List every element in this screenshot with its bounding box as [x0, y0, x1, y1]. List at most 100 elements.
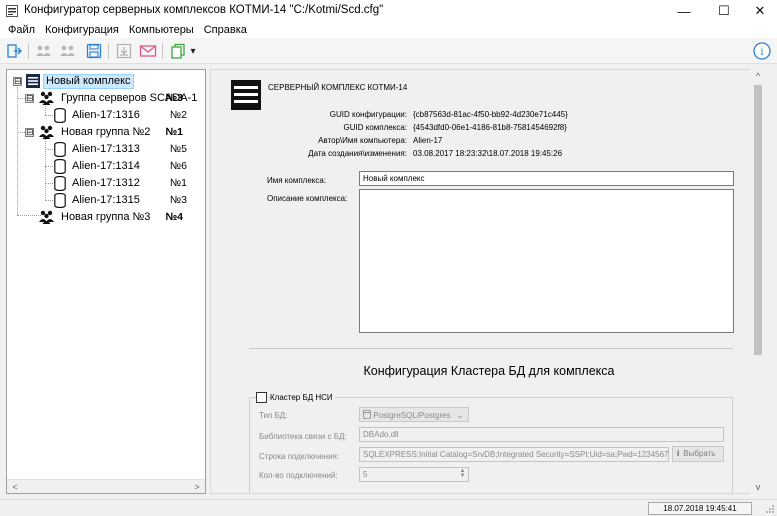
import-button[interactable] [114, 41, 134, 61]
configurator-window: Конфигуратор серверных комплексов КОТМИ-… [0, 0, 777, 516]
db-type-label: Тип БД: [259, 411, 288, 420]
group-icon [39, 210, 54, 224]
tree-node-number: №3 [165, 92, 183, 104]
info-button[interactable]: i [752, 41, 772, 61]
exit-icon [7, 44, 22, 58]
tree-node-label: Alien-17:1316 [72, 109, 140, 121]
tree-node-label: Alien-17:1313 [72, 143, 140, 155]
menu-computers[interactable]: Компьютеры [124, 24, 199, 36]
spin-down-icon[interactable]: ▼ [460, 473, 466, 479]
tree-node-label: Alien-17:1312 [72, 177, 140, 189]
menu-file[interactable]: Файл [3, 24, 40, 36]
app-icon [6, 5, 18, 17]
cluster-section-title: Конфигурация Кластера БД для комплекса [363, 364, 615, 378]
dates-label: Дата создания\изменения: [308, 149, 407, 158]
tree-node-group[interactable]: ⊟ Новая группа №2 №1 [7, 124, 205, 141]
maximize-button[interactable]: ☐ [706, 0, 742, 22]
menu-help[interactable]: Справка [199, 24, 252, 36]
tree-node-server[interactable]: Alien-17:1315 №3 [7, 192, 205, 209]
connection-string-input[interactable]: SQLEXPRESS;Initial Catalog=SrvDB;Integra… [359, 447, 669, 462]
scroll-left-arrow-icon[interactable]: < [8, 481, 22, 493]
minimize-button[interactable]: — [666, 0, 702, 22]
tree-node-number: №5 [169, 143, 187, 155]
tree-panel: ⊟ Новый комплекс ⊟ Группа серверов SCADA… [6, 69, 206, 494]
window-title: Конфигуратор серверных комплексов КОТМИ-… [24, 4, 384, 16]
config-guid-label: GUID конфигурации: [329, 110, 407, 119]
section-divider [249, 348, 733, 349]
scrollbar-thumb[interactable] [754, 85, 762, 355]
tree-node-number: №2 [169, 109, 187, 121]
tree-node-group[interactable]: Новая группа №3 №4 [7, 209, 205, 226]
add-group-button[interactable] [34, 41, 54, 61]
cluster-nsi-label: Кластер БД НСИ [270, 393, 335, 402]
tree-node-server[interactable]: Alien-17:1313 №5 [7, 141, 205, 158]
menu-configuration[interactable]: Конфигурация [40, 24, 124, 36]
db-type-value: PostgreSQL/Postgres [373, 411, 451, 420]
db-type-select[interactable]: PostgreSQL/Postgres ⌄ [359, 407, 469, 422]
exit-button[interactable] [4, 41, 24, 61]
tree-node-label: Новая группа №2 [61, 126, 151, 138]
server-cylinder-icon [54, 159, 66, 174]
remove-group-button[interactable] [58, 41, 78, 61]
connection-string-label: Строка подключения: [259, 452, 340, 461]
complex-guid-value: {4543dfd0-06e1-4186-81b8-7581454692f8} [413, 123, 567, 132]
tree-node-number: №6 [169, 160, 187, 172]
complex-icon [26, 74, 40, 88]
scroll-up-arrow-icon[interactable]: ^ [750, 69, 766, 83]
menu-bar: Файл Конфигурация Компьютеры Справка [0, 22, 777, 38]
spin-buttons[interactable]: ▲ ▼ [458, 468, 467, 480]
server-rack-icon [231, 80, 261, 110]
tree-node-server[interactable]: Alien-17:1312 №1 [7, 175, 205, 192]
tree-node-label: Новая группа №3 [61, 211, 151, 223]
complex-description-input[interactable] [359, 189, 734, 333]
copy-dropdown-button[interactable]: ▾ [188, 41, 198, 61]
complex-name-input[interactable]: Новый комплекс [359, 171, 734, 186]
collapse-root-toggle[interactable]: ⊟ [13, 77, 22, 86]
tree-node-root[interactable]: ⊟ Новый комплекс [7, 73, 205, 90]
tree-horizontal-scrollbar[interactable]: < > [7, 479, 205, 493]
title-bar: Конфигуратор серверных комплексов КОТМИ-… [0, 0, 777, 22]
dates-value: 03.08.2017 18:23:32\18.07.2018 19:45:26 [413, 149, 563, 158]
details-panel: СЕРВЕРНЫЙ КОМПЛЕКС КОТМИ-14 GUID конфигу… [210, 69, 766, 494]
complex-heading: СЕРВЕРНЫЙ КОМПЛЕКС КОТМИ-14 [268, 83, 408, 92]
tree-node-number: №3 [169, 194, 187, 206]
tree-node-label: Alien-17:1314 [72, 160, 140, 172]
complex-guid-label: GUID комплекса: [343, 123, 407, 132]
svg-text:i: i [760, 47, 763, 58]
resize-grip-icon[interactable] [765, 504, 775, 514]
connection-count-label: Кол-во подключений: [259, 471, 338, 480]
copy-button[interactable] [168, 41, 188, 61]
tree-node-server[interactable]: Alien-17:1314 №6 [7, 158, 205, 175]
group-add-icon [36, 45, 51, 56]
chevron-down-icon: ⌄ [456, 411, 464, 420]
download-icon [116, 43, 132, 59]
server-cylinder-icon [54, 193, 66, 208]
scroll-right-arrow-icon[interactable]: > [190, 481, 204, 493]
scroll-down-arrow-icon[interactable]: v [750, 480, 766, 494]
mail-icon [139, 45, 157, 57]
details-vertical-scrollbar[interactable]: ^ v [750, 69, 766, 494]
cluster-nsi-checkbox[interactable] [256, 392, 267, 403]
dropdown-arrow-icon: ▾ [190, 45, 196, 57]
close-button[interactable]: ✕ [742, 0, 777, 22]
info-icon: i [677, 449, 680, 458]
database-icon [363, 409, 371, 420]
group-icon [39, 91, 54, 105]
tree-node-label: Новый комплекс [43, 74, 134, 89]
collapse-group-toggle[interactable]: ⊟ [25, 128, 34, 137]
save-button[interactable] [84, 41, 104, 61]
tree-node-label: Alien-17:1315 [72, 194, 140, 206]
tree-node-number: №4 [165, 211, 183, 223]
copy-icon [171, 43, 185, 59]
tree-node-number: №1 [165, 126, 183, 138]
tree-node-server[interactable]: Alien-17:1316 №2 [7, 107, 205, 124]
connection-count-stepper[interactable]: 5 ▲ ▼ [359, 467, 469, 482]
status-datetime: 18.07.2018 19:45:41 [648, 502, 752, 515]
collapse-group-toggle[interactable]: ⊟ [25, 94, 34, 103]
tree-node-group[interactable]: ⊟ Группа серверов SCADA-1 №3 [7, 90, 205, 107]
mail-button[interactable] [138, 41, 158, 61]
db-library-input[interactable]: DBAdo.dll [359, 427, 724, 442]
complex-name-label: Имя комплекса: [267, 176, 327, 185]
choose-connection-button[interactable]: i Выбрать [672, 446, 724, 462]
info-icon: i [753, 42, 771, 60]
